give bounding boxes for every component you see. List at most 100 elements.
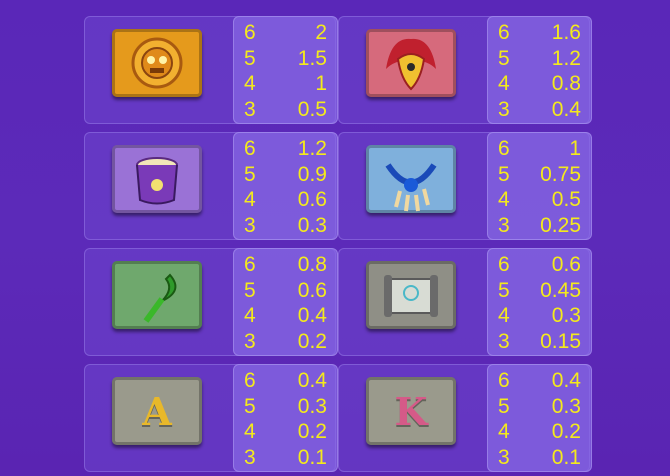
match-count: 5 — [498, 278, 510, 302]
pay-row: 3 0.5 — [244, 97, 327, 122]
payout-value: 0.6 — [297, 188, 327, 211]
pay-row: 5 1.2 — [498, 46, 581, 71]
payout-value: 0.1 — [297, 445, 327, 469]
match-count: 6 — [498, 137, 510, 160]
match-count: 3 — [498, 445, 510, 469]
match-count: 3 — [498, 329, 510, 353]
match-count: 5 — [244, 278, 256, 302]
match-count: 6 — [498, 369, 510, 392]
match-count: 6 — [244, 253, 256, 276]
pay-row: 4 0.8 — [498, 71, 581, 96]
paytable-values: 6 1.6 5 1.2 4 0.8 3 0.4 — [487, 16, 592, 124]
payout-value: 0.4 — [551, 97, 581, 121]
symbol-cell: 6 0.8 5 0.6 4 0.4 3 0.2 — [84, 248, 338, 356]
payout-value: 0.4 — [297, 304, 327, 327]
symbol-cell: A 6 0.4 5 0.3 4 0.2 3 0.1 — [84, 364, 338, 472]
payout-value: 0.5 — [297, 97, 327, 121]
match-count: 5 — [498, 46, 510, 70]
symbol-icon-box: K — [339, 365, 487, 471]
symbol-icon-box — [339, 249, 487, 355]
pay-row: 3 0.2 — [244, 329, 327, 354]
payout-value: 1 — [569, 137, 581, 160]
payout-value: 0.6 — [297, 278, 327, 302]
claw-necklace-icon-art — [385, 163, 437, 212]
pay-row: 3 0.25 — [498, 213, 581, 238]
pay-row: 6 1.2 — [244, 136, 327, 161]
payout-value: 0.75 — [540, 162, 581, 186]
paytable-values: 6 0.4 5 0.3 4 0.2 3 0.1 — [487, 364, 592, 472]
symbol-cell: 6 1.2 5 0.9 4 0.6 3 0.3 — [84, 132, 338, 240]
symbol-icon-box: A — [85, 365, 233, 471]
stone-scroll-icon-art — [384, 275, 438, 317]
match-count: 4 — [244, 188, 256, 211]
feathered-bird-mask-icon-art — [386, 38, 436, 91]
pay-row: 3 0.1 — [244, 445, 327, 470]
payout-value: 0.2 — [297, 329, 327, 353]
payout-value: 0.8 — [297, 253, 327, 276]
pay-row: 5 0.9 — [244, 162, 327, 187]
payout-value: 1.6 — [551, 21, 581, 44]
payout-value: 0.45 — [540, 278, 581, 302]
pay-row: 6 0.4 — [244, 368, 327, 393]
symbol-letter: K — [394, 389, 428, 434]
match-count: 3 — [244, 213, 256, 237]
match-count: 6 — [244, 137, 256, 160]
pay-row: 4 0.4 — [244, 303, 327, 328]
payout-value: 0.1 — [551, 445, 581, 469]
pay-row: 6 1.6 — [498, 20, 581, 45]
payout-value: 1 — [315, 72, 327, 95]
paytable-values: 6 2 5 1.5 4 1 3 0.5 — [233, 16, 338, 124]
payout-value: 1.2 — [297, 137, 327, 160]
match-count: 6 — [244, 369, 256, 392]
match-count: 3 — [498, 97, 510, 121]
pay-row: 4 0.2 — [244, 419, 327, 444]
match-count: 6 — [498, 253, 510, 276]
symbol-icon-box — [85, 249, 233, 355]
payout-value: 0.5 — [551, 188, 581, 211]
match-count: 5 — [244, 394, 256, 418]
match-count: 4 — [244, 72, 256, 95]
match-count: 4 — [498, 188, 510, 211]
pay-row: 61 — [498, 136, 581, 161]
match-count: 4 — [498, 72, 510, 95]
match-count: 5 — [498, 162, 510, 186]
pay-row: 62 — [244, 20, 327, 45]
pay-row: 5 0.3 — [498, 394, 581, 419]
payout-value: 1.2 — [551, 46, 581, 70]
paytable-values: 6 1 5 0.75 4 0.5 3 0.25 — [487, 132, 592, 240]
payout-value: 0.3 — [297, 213, 327, 237]
letter-k-icon: K — [366, 377, 456, 445]
pay-row: 3 0.1 — [498, 445, 581, 470]
paytable-values: 6 0.6 5 0.45 4 0.3 3 0.15 — [487, 248, 592, 356]
symbol-cell: 6 1 5 0.75 4 0.5 3 0.25 — [338, 132, 592, 240]
payout-value: 0.2 — [551, 420, 581, 443]
paytable-values: 6 0.8 5 0.6 4 0.4 3 0.2 — [233, 248, 338, 356]
pay-row: 4 0.5 — [498, 187, 581, 212]
symbol-cell: 6 0.6 5 0.45 4 0.3 3 0.15 — [338, 248, 592, 356]
match-count: 3 — [244, 445, 256, 469]
paytable-values: 6 1.2 5 0.9 4 0.6 3 0.3 — [233, 132, 338, 240]
pay-row: 5 1.5 — [244, 46, 327, 71]
payout-value: 0.3 — [551, 394, 581, 418]
match-count: 4 — [498, 304, 510, 327]
pay-row: 6 0.8 — [244, 252, 327, 277]
pay-row: 5 0.45 — [498, 278, 581, 303]
pay-row: 4 0.3 — [498, 303, 581, 328]
payout-value: 0.4 — [297, 369, 327, 392]
match-count: 3 — [244, 97, 256, 121]
pay-row: 5 0.75 — [498, 162, 581, 187]
pay-row: 6 0.6 — [498, 252, 581, 277]
jade-sickle-icon — [112, 261, 202, 329]
match-count: 5 — [244, 46, 256, 70]
match-count: 6 — [498, 21, 510, 44]
pay-row: 5 0.3 — [244, 394, 327, 419]
symbol-icon-box — [85, 17, 233, 123]
symbol-cell: 6 1.6 5 1.2 4 0.8 3 0.4 — [338, 16, 592, 124]
pay-row: 6 0.4 — [498, 368, 581, 393]
match-count: 6 — [244, 21, 256, 44]
symbol-icon-box — [339, 17, 487, 123]
symbol-cell: K 6 0.4 5 0.3 4 0.2 3 0.1 — [338, 364, 592, 472]
payout-value: 0.8 — [551, 72, 581, 95]
pay-row: 3 0.15 — [498, 329, 581, 354]
golden-sun-mask-icon — [112, 29, 202, 97]
